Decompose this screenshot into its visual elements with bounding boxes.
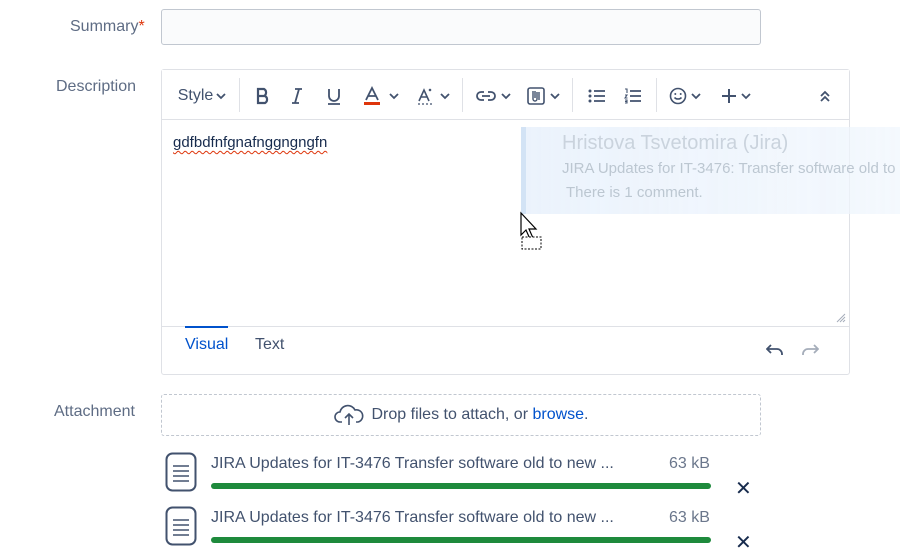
editor-mode-tabs: Visual Text (162, 326, 849, 374)
link-icon (476, 91, 496, 101)
upload-progress-bar (211, 483, 711, 489)
toolbar-separator (239, 78, 240, 112)
editor-toolbar: Style (162, 70, 849, 120)
text-style-button[interactable] (414, 83, 452, 109)
attachment-label: Attachment (54, 403, 135, 420)
resize-handle-icon[interactable] (836, 313, 846, 323)
file-drop-zone[interactable]: Drop files to attach, or browse. (161, 394, 761, 436)
undo-icon[interactable] (766, 343, 784, 357)
bullet-list-icon (588, 89, 605, 103)
description-content: gdfbdfnfgnafnggngngfn (173, 134, 328, 151)
plus-icon (722, 89, 736, 103)
link-button[interactable] (474, 83, 512, 109)
collapse-icon (820, 90, 830, 102)
numbered-list-button[interactable] (620, 83, 646, 109)
tab-text[interactable]: Text (255, 336, 284, 354)
drop-zone-text: Drop files to attach, or (371, 406, 533, 423)
tab-visual[interactable]: Visual (185, 326, 229, 354)
underline-button[interactable] (321, 83, 347, 109)
toast-notification[interactable]: Hristova Tsvetomira (Jira) JIRA Updates … (521, 127, 900, 214)
upload-progress-fill (211, 537, 711, 543)
attachment-item: JIRA Updates for IT-3476 Transfer softwa… (161, 506, 761, 552)
redo-icon[interactable] (801, 343, 819, 357)
toolbar-separator (572, 78, 573, 112)
numbered-list-icon (624, 88, 641, 104)
emoji-icon (669, 87, 687, 105)
file-icon (165, 452, 197, 492)
drop-zone-suffix: . (584, 406, 589, 423)
chevron-down-icon (216, 93, 226, 100)
emoji-button[interactable] (666, 83, 704, 109)
remove-attachment-button[interactable]: ✕ (735, 530, 752, 552)
attachment-button[interactable] (524, 83, 562, 109)
description-editor: Style gdfbdfnfgnafnggngngfn Visual Text (161, 69, 850, 375)
required-mark: * (138, 18, 145, 35)
text-color-icon (364, 86, 380, 105)
file-icon (165, 506, 197, 546)
attachment-size: 63 kB (669, 509, 710, 526)
style-dropdown-label: Style (177, 87, 214, 104)
bullet-list-button[interactable] (584, 83, 610, 109)
upload-progress-fill (211, 483, 711, 489)
summary-label: Summary* (70, 18, 145, 35)
text-color-button[interactable] (358, 83, 404, 109)
browse-link[interactable]: browse (532, 406, 584, 424)
insert-more-button[interactable] (718, 83, 754, 109)
notification-title: Hristova Tsvetomira (Jira) (562, 132, 789, 154)
bold-button[interactable] (250, 83, 276, 109)
style-dropdown[interactable]: Style (176, 83, 228, 109)
bold-icon (256, 87, 269, 105)
attachment-filename: JIRA Updates for IT-3476 Transfer softwa… (211, 455, 614, 472)
chevron-down-icon (501, 93, 511, 100)
cloud-upload-icon (333, 404, 363, 425)
attachment-size: 63 kB (669, 455, 710, 472)
collapse-toolbar-button[interactable] (812, 83, 838, 109)
underline-icon (328, 89, 340, 105)
italic-button[interactable] (284, 83, 310, 109)
upload-progress-bar (211, 537, 711, 543)
notification-subject: JIRA Updates for IT-3476: Transfer softw… (562, 160, 896, 177)
attachment-item: JIRA Updates for IT-3476 Transfer softwa… (161, 452, 761, 500)
chevron-down-icon (741, 93, 751, 100)
toolbar-separator (462, 78, 463, 112)
attachment-icon (527, 87, 545, 105)
text-style-icon (418, 88, 432, 105)
chevron-down-icon (440, 93, 450, 100)
chevron-down-icon (389, 93, 399, 100)
description-label: Description (56, 78, 137, 95)
notification-body: There is 1 comment. (566, 184, 703, 201)
chevron-down-icon (550, 93, 560, 100)
mouse-cursor-icon (520, 211, 542, 250)
italic-icon (292, 88, 302, 104)
attachment-filename: JIRA Updates for IT-3476 Transfer softwa… (211, 509, 614, 526)
chevron-down-icon (691, 93, 701, 100)
toolbar-separator (656, 78, 657, 112)
summary-input[interactable] (161, 9, 761, 45)
remove-attachment-button[interactable]: ✕ (735, 476, 752, 501)
